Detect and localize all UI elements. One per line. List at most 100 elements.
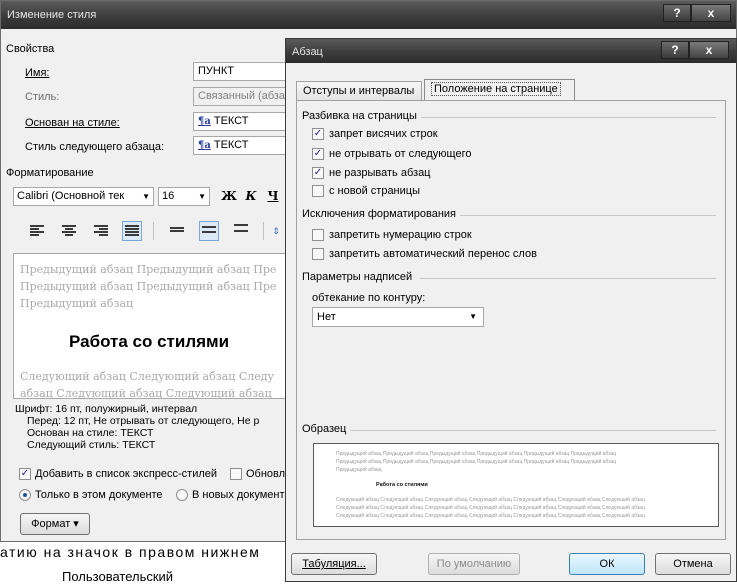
chevron-down-icon: ▼ xyxy=(469,312,477,321)
page-break-before-checkbox[interactable] xyxy=(312,185,324,197)
align-center-icon xyxy=(62,225,76,237)
only-this-document-radio[interactable] xyxy=(19,489,31,501)
checkmark-icon: ✓ xyxy=(313,148,323,159)
preview-sample-text: Работа со стилями xyxy=(376,482,428,488)
line-spacing-icon xyxy=(170,227,184,239)
preview-prev-line: Предыдущий абзац Предыдущий абзац Пре xyxy=(20,280,277,293)
preview-prev-line: Предыдущий абзац xyxy=(336,467,382,473)
font-size-select[interactable]: 16 ▼ xyxy=(158,187,210,206)
spacing-one-half-button[interactable] xyxy=(199,221,219,241)
preview-prev-line: Предыдущий абзац Предыдущий абзац Предыд… xyxy=(336,451,617,457)
paragraph-titlebar: Абзац ? x xyxy=(286,39,736,63)
based-on-label: Основан на стиле: xyxy=(25,117,120,129)
justify-button[interactable] xyxy=(122,221,142,241)
suppress-line-numbers-label: запретить нумерацию строк xyxy=(329,229,472,241)
checkmark-icon: ✓ xyxy=(20,468,30,479)
section-divider xyxy=(350,430,716,431)
font-select[interactable]: Calibri (Основной тек ▼ xyxy=(13,187,154,206)
align-left-icon xyxy=(30,225,44,237)
desc-line: Перед: 12 пт, Не отрывать от следующего,… xyxy=(27,415,260,427)
formatting-header: Форматирование xyxy=(6,167,94,179)
textbox-options-header: Параметры надписей xyxy=(302,271,417,283)
section-divider xyxy=(396,117,716,118)
pagination-header: Разбивка на страницы xyxy=(302,110,421,122)
keep-lines-together-label: не разрывать абзац xyxy=(329,167,431,179)
preview-next-line: абзац Следующий абзац Следующий абзац xyxy=(20,387,272,399)
preview-header: Образец xyxy=(302,423,351,435)
preview-next-line: Следующий абзац Следующий абзац Следу xyxy=(20,370,275,383)
preview-next-line: Следующий абзац Следующий абзац Следующи… xyxy=(336,497,645,503)
align-right-button[interactable] xyxy=(91,221,111,241)
tab-line-page-breaks-label: Положение на странице xyxy=(431,82,561,96)
close-button[interactable]: x xyxy=(689,41,729,59)
paragraph-style-icon: ¶a xyxy=(198,140,211,151)
new-documents-radio[interactable] xyxy=(176,489,188,501)
tabs-button[interactable]: Табуляция... xyxy=(291,553,377,575)
modify-style-titlebar: Изменение стиля ? x xyxy=(1,1,736,29)
name-label-text: Имя: xyxy=(25,67,50,79)
align-left-button[interactable] xyxy=(27,221,47,241)
name-field[interactable]: ПУНКТ xyxy=(193,62,293,81)
paragraph-dialog: Абзац ? x Отступы и интервалы Положение … xyxy=(285,38,737,582)
spacing-arrows-icon: ⇕ xyxy=(272,226,280,236)
desc-line: Шрифт: 16 пт, полужирный, интервал xyxy=(15,403,198,415)
checkmark-icon: ✓ xyxy=(313,167,323,178)
underline-button[interactable]: Ч xyxy=(263,186,283,206)
help-button[interactable]: ? xyxy=(661,41,689,59)
add-quick-styles-checkbox[interactable]: ✓ xyxy=(19,468,31,480)
spacing-before-button[interactable]: ⇕ xyxy=(269,221,283,241)
no-hyphenation-checkbox[interactable] xyxy=(312,248,324,260)
checkmark-icon: ✓ xyxy=(313,128,323,139)
preview-next-line: Следующий абзац Следующий абзац Следующи… xyxy=(336,505,645,511)
line-spacing-icon xyxy=(202,226,216,238)
line-spacing-icon xyxy=(234,224,248,236)
based-on-value: ТЕКСТ xyxy=(213,115,249,127)
tight-wrap-value: Нет xyxy=(317,311,336,323)
section-divider xyxy=(420,278,716,279)
properties-header: Свойства xyxy=(6,43,55,55)
align-center-button[interactable] xyxy=(59,221,79,241)
tab-indents-spacing[interactable]: Отступы и интервалы xyxy=(296,81,422,101)
toolbar-divider xyxy=(153,222,154,240)
based-on-select[interactable]: ¶a ТЕКСТ xyxy=(193,112,293,131)
font-size-value: 16 xyxy=(162,190,175,202)
desc-line: Следующий стиль: ТЕКСТ xyxy=(27,439,156,451)
no-hyphenation-label: запретить автоматический перенос слов xyxy=(329,248,537,260)
based-on-label-text: Основан на стиле: xyxy=(25,117,120,129)
auto-update-checkbox[interactable] xyxy=(230,468,242,480)
exceptions-header: Исключения форматирования xyxy=(302,208,461,220)
keep-lines-together-checkbox[interactable]: ✓ xyxy=(312,167,324,179)
cancel-button[interactable]: Отмена xyxy=(655,553,731,575)
bold-button[interactable]: Ж xyxy=(219,186,239,206)
italic-button[interactable]: К xyxy=(241,186,261,206)
help-button[interactable]: ? xyxy=(663,4,691,22)
paragraph-title-buttons: ? x xyxy=(661,41,729,59)
add-quick-styles-label: Добавить в список экспресс-стилей xyxy=(35,468,218,480)
page-break-before-label: с новой страницы xyxy=(329,185,420,197)
next-style-select[interactable]: ¶a ТЕКСТ xyxy=(193,136,293,155)
preview-prev-line: Предыдущий абзац Предыдущий абзац Предыд… xyxy=(336,459,617,465)
suppress-line-numbers-checkbox[interactable] xyxy=(312,229,324,241)
close-button[interactable]: x xyxy=(691,4,731,22)
preview-next-line: Следующий абзац Следующий абзац Следующи… xyxy=(336,513,645,519)
format-button[interactable]: Формат ▾ xyxy=(20,513,90,535)
set-default-button[interactable]: По умолчанию xyxy=(428,553,520,575)
paragraph-title: Абзац xyxy=(292,46,323,58)
style-type-field: Связанный (абзац xyxy=(193,87,293,106)
only-this-document-label: Только в этом документе xyxy=(35,489,163,501)
document-text-line: атию на значок в правом нижнем xyxy=(0,544,261,560)
font-value: Calibri (Основной тек xyxy=(17,190,125,202)
keep-with-next-checkbox[interactable]: ✓ xyxy=(312,148,324,160)
ok-button[interactable]: ОК xyxy=(569,553,645,575)
justify-icon xyxy=(125,225,139,237)
spacing-single-button[interactable] xyxy=(167,221,187,241)
preview-prev-line: Предыдущий абзац xyxy=(20,297,134,310)
auto-update-label: Обновл xyxy=(246,468,286,480)
paragraph-style-icon: ¶a xyxy=(198,116,211,127)
widow-control-checkbox[interactable]: ✓ xyxy=(312,128,324,140)
tight-wrap-select[interactable]: Нет ▼ xyxy=(312,307,484,327)
style-description: Шрифт: 16 пт, полужирный, интервал Перед… xyxy=(13,403,293,453)
tab-line-page-breaks[interactable]: Положение на странице xyxy=(424,79,575,101)
spacing-double-button[interactable] xyxy=(231,221,251,241)
desc-line: Основан на стиле: ТЕКСТ xyxy=(27,427,154,439)
